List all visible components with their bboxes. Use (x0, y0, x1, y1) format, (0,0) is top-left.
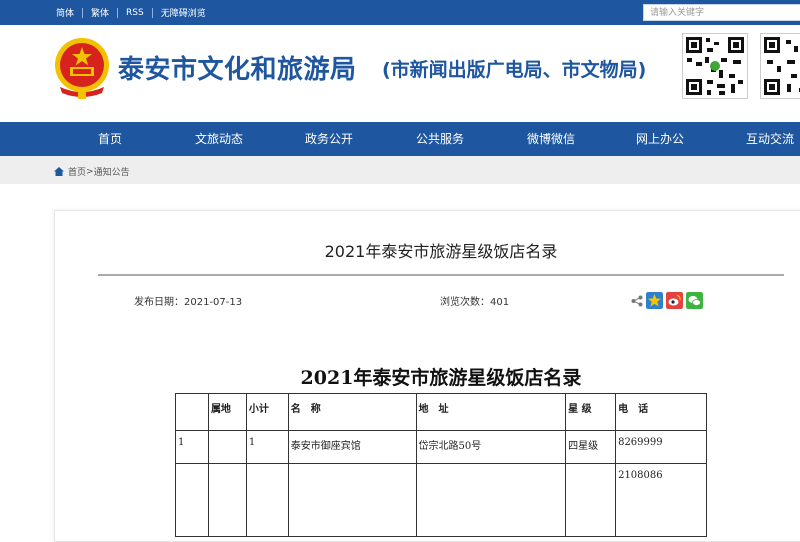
table-cell (565, 463, 617, 537)
simplified-chinese-link[interactable]: 简体 (48, 6, 82, 19)
table-row: 2108086 (175, 463, 707, 537)
table-cell: 泰安市御座宾馆 (287, 430, 417, 464)
article-title: 2021年泰安市旅游星级饭店名录 (324, 242, 558, 261)
breadcrumb-current[interactable]: 通知公告 (94, 165, 130, 178)
publish-date: 发布日期：2021-07-13 (134, 293, 242, 308)
document-title: 2021年泰安市旅游星级饭店名录 (300, 367, 582, 389)
nav-item-interaction[interactable]: 互动交流 (725, 122, 800, 156)
view-count: 浏览次数：401 (440, 293, 509, 308)
column-header (175, 393, 209, 431)
rss-link[interactable]: RSS (118, 8, 152, 18)
traditional-chinese-link[interactable]: 繁体 (83, 6, 117, 19)
table-cell: 岱宗北路50号 (415, 430, 567, 464)
view-count-value: 401 (490, 297, 510, 308)
table-row: 1 1 泰安市御座宾馆 岱宗北路50号 四星级 8269999 (175, 430, 707, 464)
publish-date-label: 发布日期： (134, 297, 184, 308)
column-header: 星 级 (565, 393, 617, 431)
table-cell: 2108086 (615, 463, 707, 537)
national-emblem-icon (55, 38, 109, 99)
site-title: 泰安市文化和旅游局 (118, 55, 357, 85)
weibo-share-icon[interactable] (666, 292, 683, 309)
column-header: 电 话 (615, 393, 707, 431)
nav-item-news[interactable]: 文旅动态 (174, 122, 264, 156)
table-cell (287, 463, 417, 537)
site-subtitle: (市新闻出版广电局、市文物局) (382, 59, 647, 81)
table-cell (207, 430, 247, 464)
table-cell: 8269999 (615, 430, 707, 464)
table-header-row: 属地 小计 名 称 地 址 星 级 电 话 (175, 393, 707, 431)
column-header: 属地 (207, 393, 247, 431)
share-bar (631, 292, 703, 309)
breadcrumb-bar: 首页 > 通知公告 (0, 156, 800, 184)
qzone-share-icon[interactable] (646, 292, 663, 309)
site-header: 泰安市文化和旅游局 (市新闻出版广电局、市文物局) (0, 25, 800, 122)
article-title-wrap: 2021年泰安市旅游星级饭店名录 (98, 238, 784, 262)
table-cell (175, 463, 209, 537)
table-cell: 1 (245, 430, 289, 464)
view-count-label: 浏览次数： (440, 297, 490, 308)
nav-item-online-office[interactable]: 网上办公 (615, 122, 705, 156)
column-header: 小计 (245, 393, 289, 431)
column-header: 名 称 (287, 393, 417, 431)
share-icon[interactable] (631, 295, 643, 307)
breadcrumb: 首页 > 通知公告 (54, 165, 130, 178)
nav-item-public-services[interactable]: 公共服务 (395, 122, 485, 156)
table-cell: 1 (175, 430, 209, 464)
title-divider (98, 274, 784, 276)
qr-code-icon (760, 33, 800, 99)
qr-code-icon (682, 33, 748, 99)
home-icon (54, 167, 64, 176)
nav-item-home[interactable]: 首页 (65, 122, 155, 156)
table-cell (207, 463, 247, 537)
top-bar: 简体 繁体 RSS 无障碍浏览 (0, 0, 800, 25)
table-cell (245, 463, 289, 537)
breadcrumb-separator: > (86, 166, 94, 177)
hotel-table: 属地 小计 名 称 地 址 星 级 电 话 1 1 泰安市御座宾馆 岱宗北路50… (175, 393, 707, 537)
breadcrumb-home-link[interactable]: 首页 (68, 165, 86, 178)
nav-item-government-affairs[interactable]: 政务公开 (284, 122, 374, 156)
wechat-share-icon[interactable] (686, 292, 703, 309)
table-cell (415, 463, 567, 537)
nav-item-weibo-wechat[interactable]: 微博微信 (506, 122, 596, 156)
main-nav: 首页 文旅动态 政务公开 公共服务 微博微信 网上办公 互动交流 (0, 122, 800, 156)
accessibility-link[interactable]: 无障碍浏览 (153, 6, 214, 19)
column-header: 地 址 (415, 393, 567, 431)
top-links: 简体 繁体 RSS 无障碍浏览 (48, 0, 214, 25)
publish-date-value: 2021-07-13 (184, 297, 243, 308)
table-cell: 四星级 (565, 430, 617, 464)
search-input[interactable] (643, 4, 800, 21)
